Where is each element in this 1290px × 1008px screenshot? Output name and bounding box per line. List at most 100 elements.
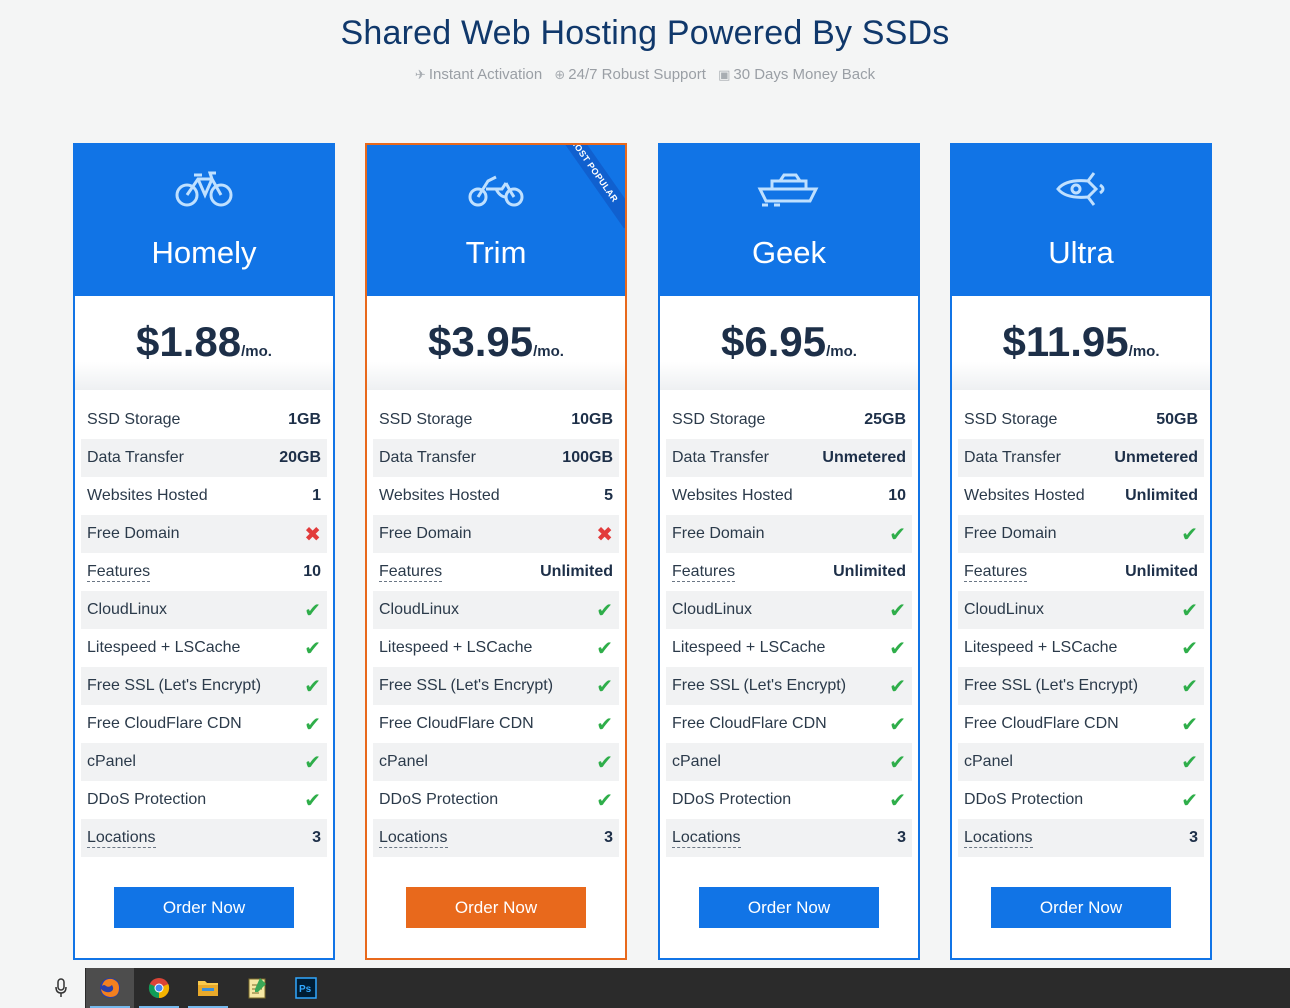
feature-label: Free SSL (Let's Encrypt) <box>87 677 262 694</box>
feature-row: Litespeed + LSCache ✔ <box>373 629 619 667</box>
feature-row: Free CloudFlare CDN ✔ <box>81 705 327 743</box>
feature-row: Locations 3 <box>373 819 619 857</box>
feature-row: cPanel ✔ <box>958 743 1204 781</box>
feature-value: Unlimited <box>1125 563 1198 580</box>
price-box: $11.95/mo. <box>952 296 1210 390</box>
feature-value: Unlimited <box>540 563 613 580</box>
feature-label[interactable]: Locations <box>379 829 448 848</box>
page-title: Shared Web Hosting Powered By SSDs <box>340 14 950 52</box>
check-icon: ✔ <box>596 675 613 698</box>
feature-value: Unmetered <box>1114 449 1198 466</box>
feature-value: 20GB <box>279 449 321 466</box>
feature-row: CloudLinux ✔ <box>373 591 619 629</box>
feature-label: Litespeed + LSCache <box>964 639 1118 656</box>
feature-list: SSD Storage 1GB Data Transfer 20GB Websites … <box>81 401 327 857</box>
feature-label: cPanel <box>87 753 136 770</box>
feature-label: Websites Hosted <box>964 487 1085 504</box>
check-icon: ✔ <box>889 751 906 774</box>
feature-label: cPanel <box>672 753 721 770</box>
feature-value: 100GB <box>562 449 613 466</box>
feature-label[interactable]: Features <box>87 563 151 582</box>
feature-row: Litespeed + LSCache ✔ <box>958 629 1204 667</box>
check-icon: ✔ <box>596 599 613 622</box>
feature-row: Websites Hosted 10 <box>666 477 912 515</box>
price-period: /mo. <box>533 343 564 360</box>
feature-row: SSD Storage 50GB <box>958 401 1204 439</box>
bicycle-icon <box>175 171 233 207</box>
price-period: /mo. <box>1128 343 1160 360</box>
file-explorer-icon <box>198 981 218 996</box>
taskbar-chrome[interactable] <box>135 968 183 1008</box>
feature-label: Free CloudFlare CDN <box>672 715 827 732</box>
feature-row: cPanel ✔ <box>373 743 619 781</box>
chrome-icon <box>148 978 170 999</box>
feature-label: SSD Storage <box>379 411 473 428</box>
rocket-icon <box>1056 172 1105 206</box>
feature-row: Free CloudFlare CDN ✔ <box>958 705 1204 743</box>
feature-instant-activation: ✈ Instant Activation <box>415 66 542 83</box>
cross-icon: ✖ <box>596 523 613 546</box>
taskbar-firefox[interactable] <box>86 968 134 1008</box>
svg-text:Ps: Ps <box>299 984 312 995</box>
feature-label[interactable]: Features <box>964 563 1028 582</box>
feature-label: Data Transfer <box>379 449 476 466</box>
feature-row: Locations 3 <box>958 819 1204 857</box>
feature-label: Free CloudFlare CDN <box>379 715 534 732</box>
feature-label[interactable]: Locations <box>964 829 1033 848</box>
feature-value: 3 <box>604 829 613 846</box>
check-icon: ✔ <box>889 637 906 660</box>
order-now-button[interactable]: Order Now <box>699 887 879 928</box>
feature-row: Free SSL (Let's Encrypt) ✔ <box>666 667 912 705</box>
feature-label[interactable]: Locations <box>672 829 741 848</box>
plan-header: Geek <box>660 145 918 296</box>
check-icon: ✔ <box>1181 751 1198 774</box>
plan-price: $3.95/mo. <box>367 318 625 366</box>
feature-list: SSD Storage 50GB Data Transfer Unmetered Web… <box>958 401 1204 857</box>
plan-header: Homely <box>75 145 333 296</box>
price-box: $1.88/mo. <box>75 296 333 390</box>
feature-list: SSD Storage 25GB Data Transfer Unmetered Web… <box>666 401 912 857</box>
feature-label: Data Transfer <box>672 449 769 466</box>
order-now-button[interactable]: Order Now <box>406 887 586 928</box>
feature-label: Data Transfer <box>87 449 184 466</box>
feature-label[interactable]: Features <box>379 563 443 582</box>
check-icon: ✔ <box>889 523 906 546</box>
taskbar: Ps <box>0 968 1290 1008</box>
photoshop-icon: Ps <box>295 977 317 999</box>
feature-label[interactable]: Features <box>672 563 736 582</box>
plan-name: Ultra <box>1048 235 1114 270</box>
feature-row: DDoS Protection ✔ <box>373 781 619 819</box>
feature-label: cPanel <box>379 753 428 770</box>
order-now-button[interactable]: Order Now <box>114 887 294 928</box>
feature-label: cPanel <box>964 753 1013 770</box>
plan-header: Ultra <box>952 145 1210 296</box>
check-icon: ✔ <box>304 675 321 698</box>
feature-row: Locations 3 <box>81 819 327 857</box>
order-now-button[interactable]: Order Now <box>991 887 1171 928</box>
plan-card-trim: Trim MOST POPULAR $3.95/mo. SSD Storage 10GB… <box>365 143 627 960</box>
feature-label: Websites Hosted <box>379 487 500 504</box>
feature-row: Litespeed + LSCache ✔ <box>666 629 912 667</box>
feature-label: Litespeed + LSCache <box>379 639 533 656</box>
feature-label[interactable]: Locations <box>87 829 156 848</box>
microphone-icon[interactable] <box>54 978 68 998</box>
check-icon: ✔ <box>889 713 906 736</box>
feature-row: Litespeed + LSCache ✔ <box>81 629 327 667</box>
feature-row: Free Domain ✔ <box>958 515 1204 553</box>
feature-row: Data Transfer 20GB <box>81 439 327 477</box>
feature-label: Websites Hosted <box>87 487 208 504</box>
feature-label: Free SSL (Let's Encrypt) <box>672 677 847 694</box>
taskbar-file-explorer[interactable] <box>184 968 232 1008</box>
feature-row: Free CloudFlare CDN ✔ <box>373 705 619 743</box>
feature-row: Free SSL (Let's Encrypt) ✔ <box>958 667 1204 705</box>
pricing-page: Shared Web Hosting Powered By SSDs ✈ Inst… <box>0 0 1290 1008</box>
feature-value: Unlimited <box>833 563 906 580</box>
feature-row: CloudLinux ✔ <box>958 591 1204 629</box>
feature-row: Data Transfer 100GB <box>373 439 619 477</box>
feature-row: Free Domain ✖ <box>373 515 619 553</box>
taskbar-photoshop[interactable]: Ps <box>282 968 330 1008</box>
check-icon: ✔ <box>596 637 613 660</box>
feature-row: Free Domain ✔ <box>666 515 912 553</box>
taskbar-notepad[interactable] <box>233 968 281 1008</box>
plan-card-geek: Geek $6.95/mo. SSD Storage 25GB Data Transfe… <box>658 143 920 960</box>
